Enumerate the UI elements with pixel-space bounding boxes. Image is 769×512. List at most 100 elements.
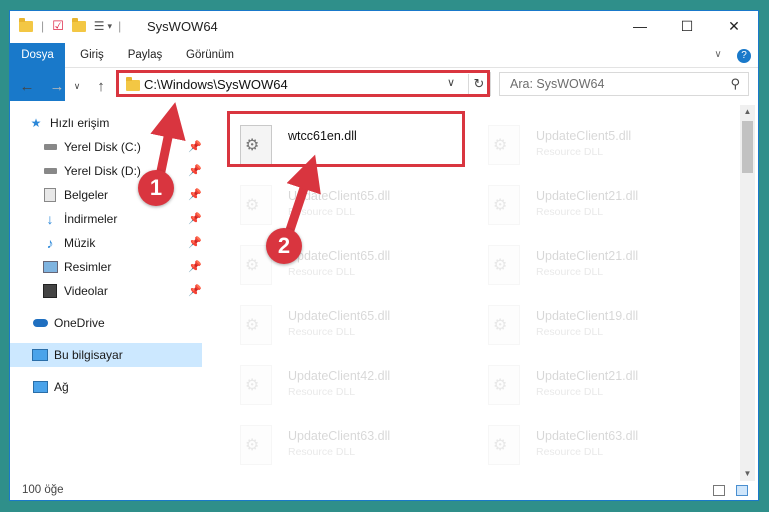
properties-icon[interactable]: ☑ xyxy=(52,18,64,34)
sidebar-item-downloads[interactable]: ↓ İndirmeler 📌 xyxy=(42,207,203,231)
file-type: Resource DLL xyxy=(288,386,356,398)
file-item[interactable]: ⚙ UpdateClient65.dll Resource DLL xyxy=(230,179,460,237)
sidebar-item-drive-c[interactable]: Yerel Disk (C:) 📌 xyxy=(42,135,202,159)
address-path: C:\Windows\SysWOW64 xyxy=(144,77,288,92)
file-highlight-box xyxy=(227,111,465,167)
file-type: Resource DLL xyxy=(288,206,356,218)
gear-icon: ⚙ xyxy=(493,257,508,274)
file-item[interactable]: ⚙ UpdateClient63.dll Resource DLL xyxy=(478,419,708,475)
vertical-scrollbar[interactable]: ▲ ▼ xyxy=(740,105,755,481)
file-item[interactable]: ⚙ UpdateClient5.dll Resource DLL xyxy=(478,119,708,177)
sidebar-item-onedrive[interactable]: OneDrive xyxy=(32,311,202,335)
pin-icon[interactable]: 📌 xyxy=(188,212,202,225)
gear-icon: ⚙ xyxy=(245,377,260,394)
refresh-button[interactable]: ↻ xyxy=(468,74,489,94)
details-view-icon[interactable] xyxy=(713,485,725,496)
file-name: UpdateClient19.dll xyxy=(536,309,639,323)
sidebar-item-documents[interactable]: Belgeler 📌 xyxy=(42,183,202,207)
dll-file-icon: ⚙ xyxy=(488,365,520,405)
file-item[interactable]: ⚙ UpdateClient65.dll Resource DLL xyxy=(230,239,460,297)
gear-icon: ⚙ xyxy=(493,437,508,454)
close-button[interactable]: ✕ xyxy=(711,11,757,41)
file-type: Resource DLL xyxy=(536,266,604,278)
search-input[interactable]: Ara: SysWOW64 xyxy=(510,77,604,91)
music-icon: ♪ xyxy=(46,235,54,251)
scroll-down-icon[interactable]: ▼ xyxy=(740,469,755,478)
pin-icon[interactable]: 📌 xyxy=(188,188,202,201)
search-icon[interactable]: ⚲ xyxy=(730,76,740,92)
sidebar-item-network[interactable]: Ağ xyxy=(32,375,202,399)
tab-view[interactable]: Görünüm xyxy=(180,43,240,67)
title-bar: | ☑ ☰ ▾ | SysWOW64 — ☐ ✕ xyxy=(10,11,758,43)
pin-icon[interactable]: 📌 xyxy=(188,140,202,153)
file-type: Resource DLL xyxy=(288,326,356,338)
file-name: UpdateClient63.dll xyxy=(288,429,391,443)
sidebar-item-label: Yerel Disk (D:) xyxy=(64,164,141,178)
pin-icon[interactable]: 📌 xyxy=(188,284,202,297)
minimize-button[interactable]: — xyxy=(617,11,663,41)
file-item[interactable]: ⚙ UpdateClient21.dll Resource DLL xyxy=(478,179,708,237)
file-name: UpdateClient63.dll xyxy=(536,429,639,443)
file-type: Resource DLL xyxy=(536,206,604,218)
customize-icon[interactable]: ☰ xyxy=(94,19,105,33)
gear-icon: ⚙ xyxy=(245,317,260,334)
pin-icon[interactable]: 📌 xyxy=(188,236,202,249)
forward-button[interactable]: → xyxy=(46,75,68,97)
pin-icon[interactable]: 📌 xyxy=(188,260,202,273)
file-item[interactable]: ⚙ UpdateClient65.dll Resource DLL xyxy=(230,299,460,357)
file-type: Resource DLL xyxy=(536,326,604,338)
sidebar-item-music[interactable]: ♪ Müzik 📌 xyxy=(42,231,203,255)
chevron-down-icon[interactable]: ▾ xyxy=(108,21,113,32)
tab-share[interactable]: Paylaş xyxy=(120,43,170,67)
gear-icon: ⚙ xyxy=(493,197,508,214)
sidebar-item-label: Yerel Disk (C:) xyxy=(64,140,141,154)
folder-icon xyxy=(19,17,33,32)
arrow-up-icon: ↑ xyxy=(97,77,105,95)
network-icon xyxy=(32,380,48,394)
up-button[interactable]: ↑ xyxy=(90,75,112,97)
dll-file-icon: ⚙ xyxy=(488,185,520,225)
sidebar-item-this-pc[interactable]: Bu bilgisayar xyxy=(10,343,202,367)
file-item[interactable]: ⚙ UpdateClient63.dll Resource DLL xyxy=(230,419,460,475)
help-button[interactable]: ? xyxy=(736,43,752,67)
maximize-button[interactable]: ☐ xyxy=(664,11,710,41)
step-badge-1: 1 xyxy=(138,170,174,206)
scroll-up-icon[interactable]: ▲ xyxy=(740,107,755,116)
address-bar[interactable]: C:\Windows\SysWOW64 ∨ ↻ xyxy=(116,72,491,96)
dll-file-icon: ⚙ xyxy=(240,365,272,405)
window-title: SysWOW64 xyxy=(147,19,218,34)
file-item[interactable]: ⚙ UpdateClient21.dll Resource DLL xyxy=(478,359,708,417)
ribbon-expand-icon[interactable]: ∨ xyxy=(710,43,726,67)
navigation-bar: ← → ∨ ↑ C:\Windows\SysWOW64 ∨ ↻ Ara: Sys… xyxy=(10,70,758,101)
pin-icon[interactable]: 📌 xyxy=(188,164,202,177)
tab-home[interactable]: Giriş xyxy=(72,43,112,67)
file-name: UpdateClient42.dll xyxy=(288,369,391,383)
cloud-icon xyxy=(32,316,48,330)
sidebar-item-label: Hızlı erişim xyxy=(50,116,110,130)
file-item[interactable]: ⚙ UpdateClient19.dll Resource DLL xyxy=(478,299,708,357)
dll-file-icon: ⚙ xyxy=(240,425,272,465)
dll-file-icon: ⚙ xyxy=(488,245,520,285)
recent-locations-button[interactable]: ∨ xyxy=(70,75,84,97)
scroll-thumb[interactable] xyxy=(742,121,753,173)
chevron-down-icon: ∨ xyxy=(73,80,81,91)
file-item[interactable]: ⚙ UpdateClient21.dll Resource DLL xyxy=(478,239,708,297)
sidebar-item-quick-access[interactable]: ★ Hızlı erişim xyxy=(28,111,220,135)
large-icons-view-icon[interactable] xyxy=(736,485,748,496)
separator-icon: | xyxy=(41,19,45,33)
search-box[interactable]: Ara: SysWOW64 ⚲ xyxy=(499,72,749,96)
drive-icon xyxy=(42,164,58,178)
download-icon: ↓ xyxy=(46,211,54,227)
gear-icon: ⚙ xyxy=(245,197,260,214)
back-button[interactable]: ← xyxy=(16,75,38,97)
sidebar-item-label: Videolar xyxy=(64,284,108,298)
dll-file-icon: ⚙ xyxy=(488,305,520,345)
sidebar-item-drive-d[interactable]: Yerel Disk (D:) 📌 xyxy=(42,159,202,183)
new-folder-icon[interactable] xyxy=(71,17,86,32)
dll-file-icon: ⚙ xyxy=(488,125,520,165)
sidebar-item-pictures[interactable]: Resimler 📌 xyxy=(42,255,202,279)
file-item[interactable]: ⚙ UpdateClient42.dll Resource DLL xyxy=(230,359,460,417)
sidebar-item-videos[interactable]: Videolar 📌 xyxy=(42,279,202,303)
address-dropdown-icon[interactable]: ∨ xyxy=(447,76,455,89)
file-name: UpdateClient65.dll xyxy=(288,309,391,323)
